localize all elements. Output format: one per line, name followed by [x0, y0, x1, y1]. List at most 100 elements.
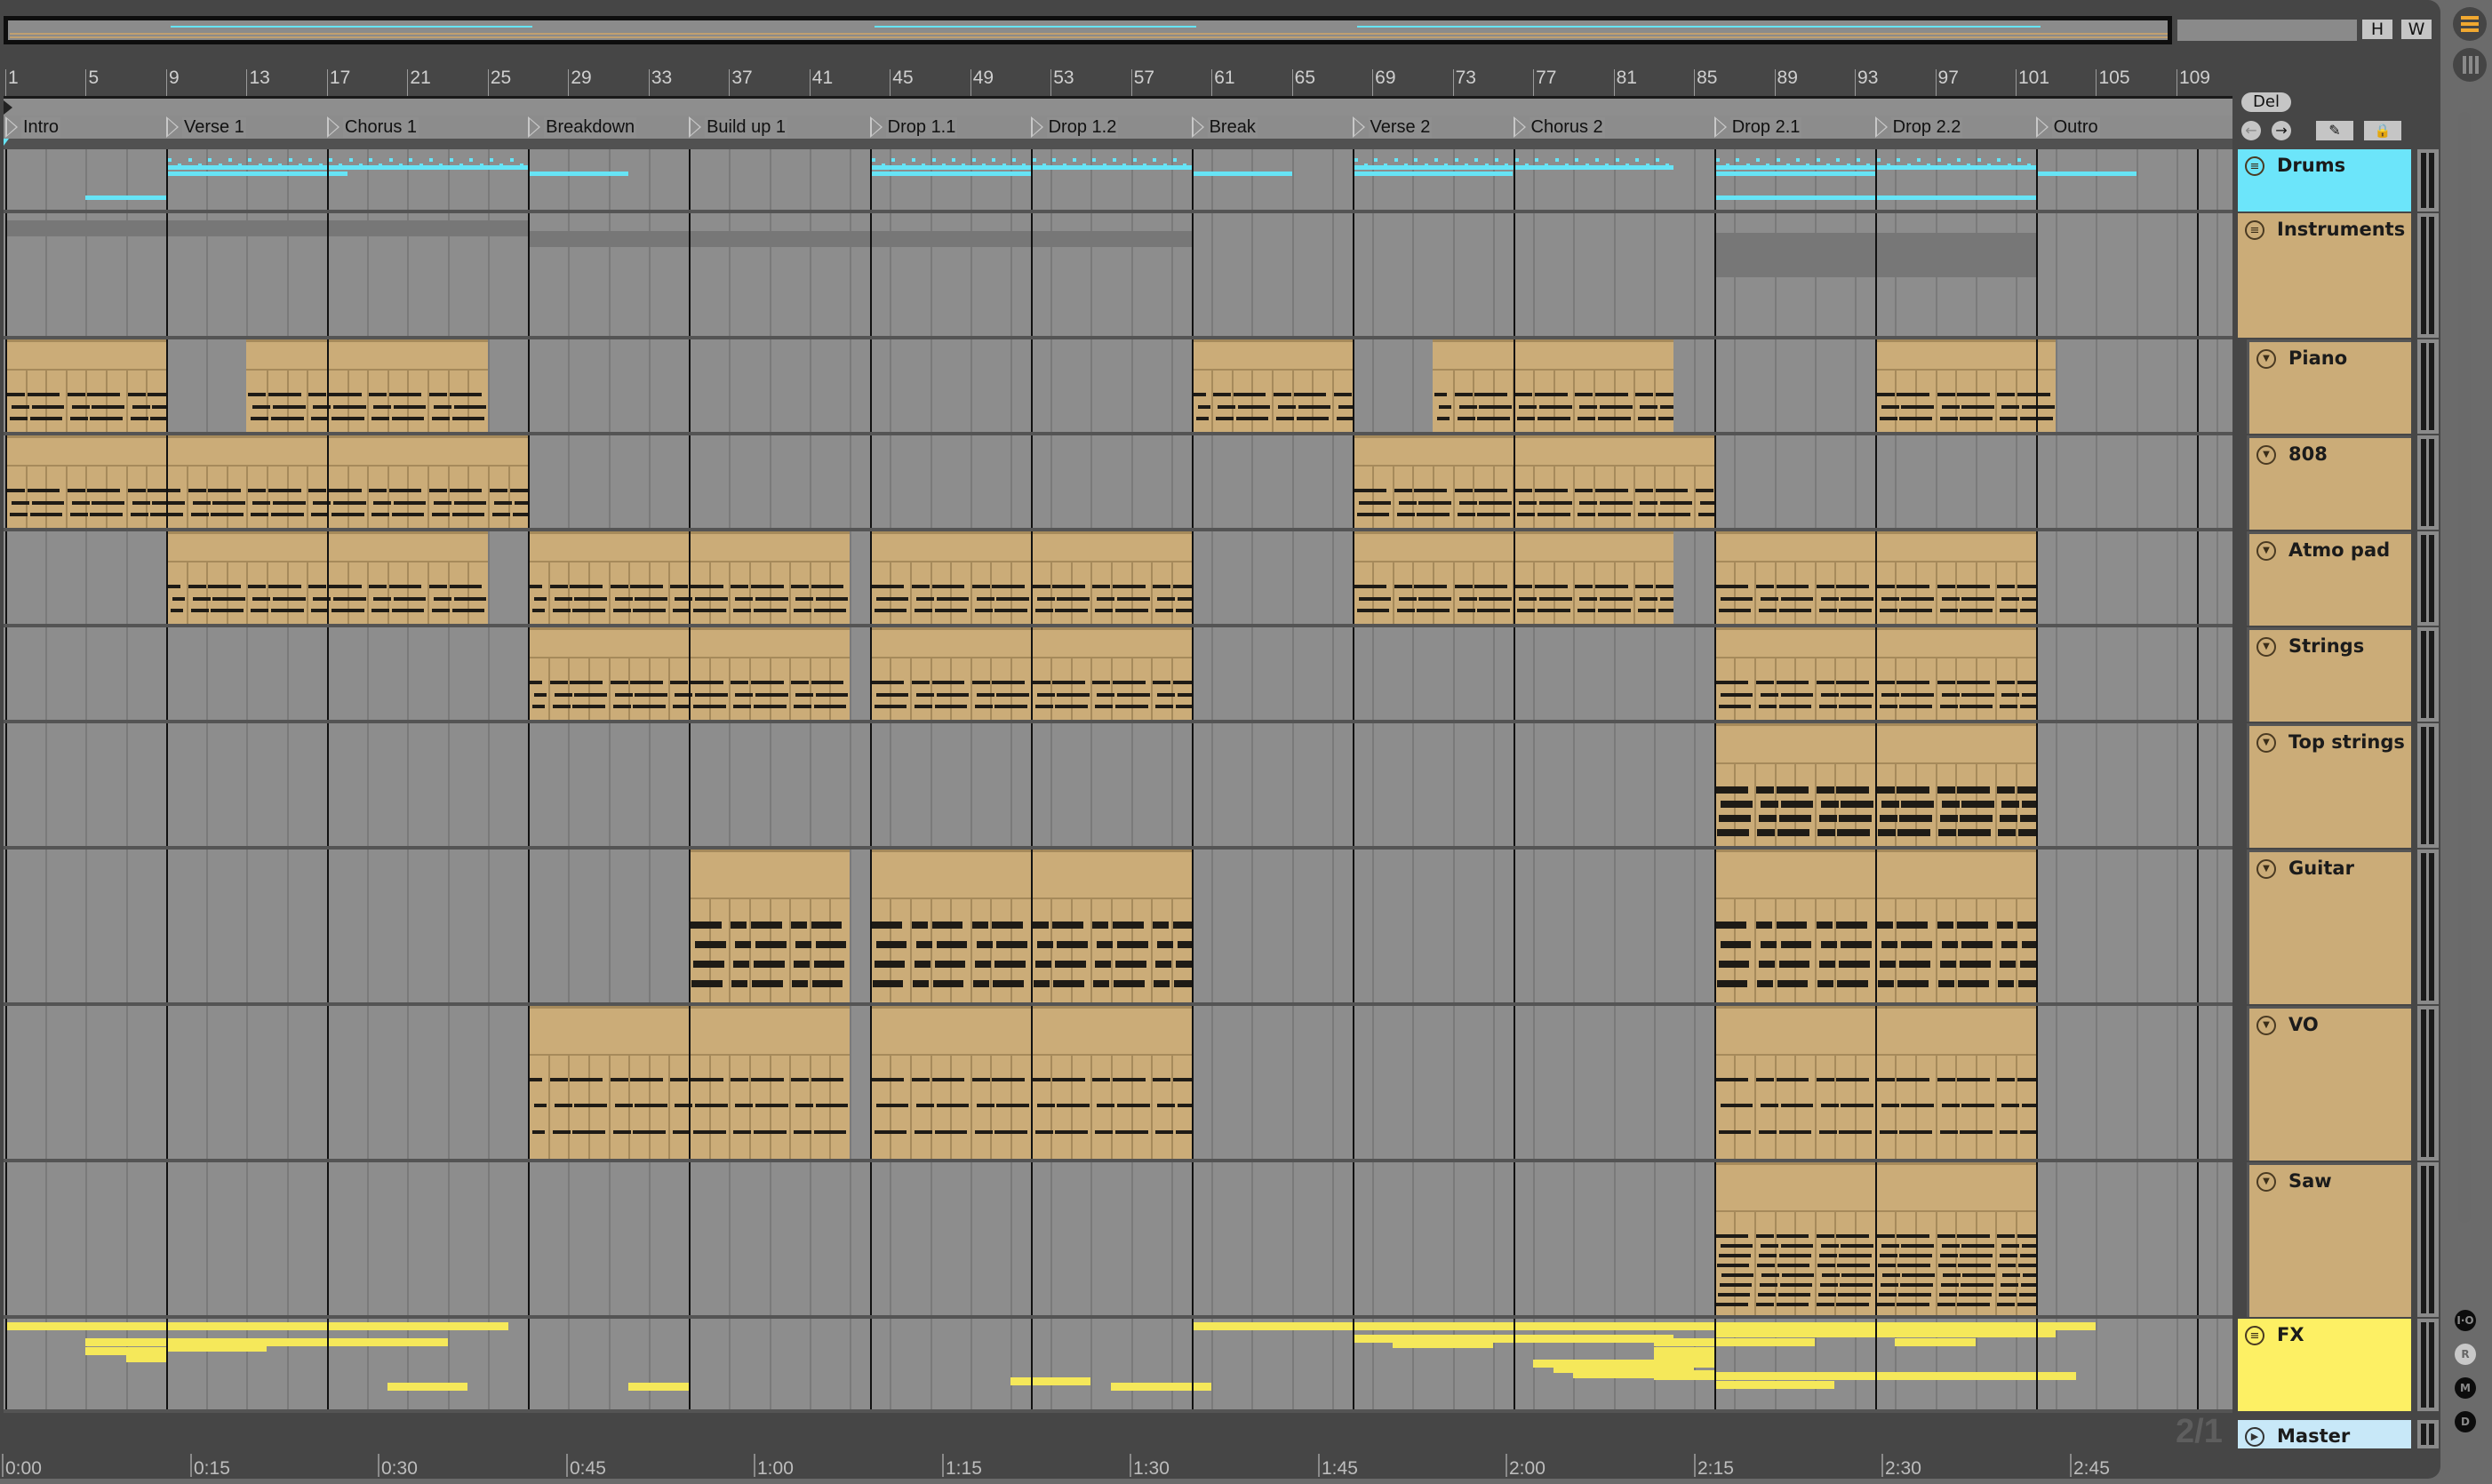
fx-automation-clip[interactable] [1713, 1338, 1815, 1346]
time-label[interactable]: 1:15 [942, 1454, 982, 1479]
bar-number[interactable]: 1 [5, 68, 19, 96]
track-header-instruments[interactable]: ≡ Instruments [2238, 213, 2411, 338]
lane-saw[interactable] [4, 1162, 2232, 1319]
toggle-m[interactable]: M [2455, 1377, 2476, 1399]
delete-button[interactable]: Del [2241, 92, 2291, 112]
track-header-saw[interactable]: ▼ Saw [2247, 1162, 2411, 1317]
time-label[interactable]: 0:30 [378, 1454, 418, 1479]
midi-clip[interactable] [1191, 339, 1353, 432]
lane-808[interactable] [4, 435, 2232, 531]
midi-clip[interactable] [246, 339, 488, 432]
locator-build-up-1[interactable]: Build up 1 [689, 116, 788, 139]
lane-vo[interactable] [4, 1006, 2232, 1162]
locator-label[interactable]: Intro [21, 116, 61, 138]
bar-number[interactable]: 9 [165, 68, 180, 96]
bar-number[interactable]: 81 [1613, 68, 1637, 96]
bar-number[interactable]: 33 [648, 68, 672, 96]
locator-label[interactable]: Drop 2.1 [1729, 116, 1802, 138]
bar-number[interactable]: 25 [487, 68, 511, 96]
locator-label[interactable]: Verse 1 [181, 116, 246, 138]
next-locator-button[interactable]: → [2272, 121, 2291, 140]
fx-automation-clip[interactable] [1895, 1338, 1976, 1346]
clip-title-bar[interactable] [5, 342, 166, 371]
fx-automation-clip[interactable] [1713, 1372, 2076, 1380]
lane-atmo-pad[interactable] [4, 531, 2232, 627]
time-label[interactable]: 2:45 [2070, 1454, 2110, 1479]
toggle-d[interactable]: D [2455, 1411, 2476, 1432]
arrangement-grid[interactable] [4, 149, 2232, 1413]
time-label[interactable]: 2:15 [1694, 1454, 1734, 1479]
fold-triangle-icon[interactable]: ▼ [2256, 541, 2276, 561]
track-header-808[interactable]: ▼ 808 [2247, 435, 2411, 530]
bar-number[interactable]: 69 [1372, 68, 1396, 96]
overview-scroll-area[interactable] [2177, 20, 2357, 41]
fold-triangle-icon[interactable]: ▼ [2256, 637, 2276, 657]
toggle-r[interactable]: R [2455, 1344, 2476, 1365]
time-label[interactable]: 1:00 [754, 1454, 794, 1479]
bar-number[interactable]: 37 [729, 68, 753, 96]
bar-number[interactable]: 17 [326, 68, 350, 96]
locator-verse-1[interactable]: Verse 1 [165, 116, 246, 139]
bar-number[interactable]: 53 [1050, 68, 1074, 96]
time-label[interactable]: 0:15 [190, 1454, 230, 1479]
locator-row[interactable]: Intro Verse 1 Chorus 1 Breakdown Build up 1D… [4, 116, 2232, 139]
locator-label[interactable]: Chorus 1 [342, 116, 419, 138]
fx-automation-clip[interactable] [125, 1354, 166, 1362]
scrub-area[interactable] [4, 139, 2232, 149]
fold-triangle-icon[interactable]: ▼ [2256, 733, 2276, 753]
time-ruler[interactable]: 0:00 0:15 0:30 0:45 1:00 1:15 1:30 1:45 2:00 2:15… [0, 1448, 2236, 1479]
bar-number[interactable]: 41 [809, 68, 833, 96]
bar-number[interactable]: 45 [890, 68, 914, 96]
locator-flag-icon[interactable] [1874, 116, 1888, 138]
locator-label[interactable]: Outro [2051, 116, 2100, 138]
locator-flag-icon[interactable] [2035, 116, 2049, 138]
fold-triangle-icon[interactable]: ▼ [2256, 1172, 2276, 1192]
group-fold-icon[interactable]: ≡ [2245, 220, 2264, 240]
fold-triangle-icon[interactable]: ▼ [2256, 859, 2276, 879]
lane-fx[interactable] [4, 1319, 2232, 1413]
fold-triangle-icon[interactable]: ▼ [2256, 1016, 2276, 1035]
bar-number[interactable]: 49 [970, 68, 994, 96]
time-label[interactable]: 2:30 [1881, 1454, 1921, 1479]
locator-label[interactable]: Break [1207, 116, 1258, 138]
bar-number[interactable]: 29 [568, 68, 592, 96]
locator-break[interactable]: Break [1191, 116, 1258, 139]
bar-number[interactable]: 21 [407, 68, 431, 96]
fold-triangle-icon[interactable]: ▼ [2256, 349, 2276, 369]
bar-number[interactable]: 57 [1130, 68, 1154, 96]
track-header-vo[interactable]: ▼ VO [2247, 1006, 2411, 1161]
group-fold-icon[interactable]: ≡ [2245, 156, 2264, 176]
draw-mode-button[interactable]: ✎ [2316, 121, 2353, 140]
track-header-drums[interactable]: ≡ Drums [2238, 149, 2411, 211]
bar-number[interactable]: 5 [85, 68, 99, 96]
locator-label[interactable]: Verse 2 [1368, 116, 1433, 138]
track-header-piano[interactable]: ▼ Piano [2247, 339, 2411, 434]
bar-number[interactable]: 97 [1935, 68, 1959, 96]
time-label[interactable]: 0:45 [566, 1454, 606, 1479]
bar-number[interactable]: 77 [1533, 68, 1556, 96]
clip-title-bar[interactable] [1352, 438, 1714, 467]
fx-automation-clip[interactable] [1713, 1329, 2057, 1337]
vertical-scrollbar[interactable] [2458, 112, 2471, 1223]
bar-number[interactable]: 89 [1774, 68, 1798, 96]
locator-flag-icon[interactable] [1713, 116, 1727, 138]
bar-number[interactable]: 65 [1291, 68, 1315, 96]
track-header-master[interactable]: ▶ Master [2238, 1420, 2411, 1448]
time-label[interactable]: 1:45 [1318, 1454, 1358, 1479]
play-circle-icon[interactable]: ▶ [2245, 1427, 2264, 1447]
lane-guitar[interactable] [4, 850, 2232, 1006]
locator-flag-icon[interactable] [326, 116, 339, 138]
lane-top-strings[interactable] [4, 723, 2232, 850]
track-header-guitar[interactable]: ▼ Guitar [2247, 850, 2411, 1004]
clip-title-bar[interactable] [1191, 342, 1353, 371]
optimize-width-button[interactable]: W [2401, 20, 2432, 39]
lock-envelopes-button[interactable]: 🔒 [2364, 121, 2401, 140]
fx-automation-clip[interactable] [165, 1344, 268, 1352]
start-marker-icon[interactable] [4, 100, 12, 115]
locator-verse-2[interactable]: Verse 2 [1352, 116, 1433, 139]
locator-label[interactable]: Drop 1.2 [1046, 116, 1119, 138]
bar-number[interactable]: 85 [1694, 68, 1717, 96]
fx-automation-clip[interactable] [1392, 1340, 1493, 1348]
time-label[interactable]: 1:30 [1130, 1454, 1170, 1479]
locator-flag-icon[interactable] [528, 116, 541, 138]
